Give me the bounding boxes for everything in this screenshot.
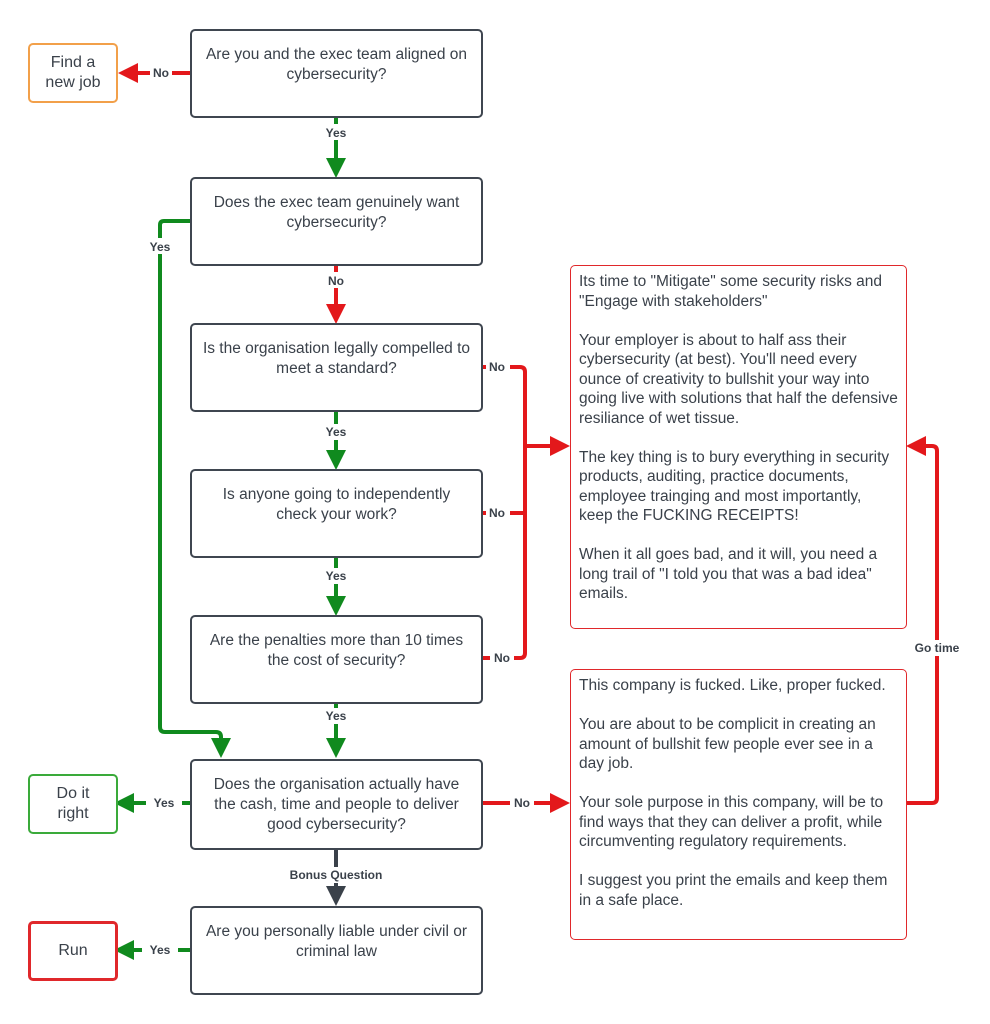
label-no: No	[328, 274, 344, 288]
label-yes: Yes	[154, 796, 175, 810]
label-yes: Yes	[326, 126, 347, 140]
question-resources: Does the organisation actually have the …	[190, 759, 483, 850]
label-yes: Yes	[326, 569, 347, 583]
label-no: No	[514, 796, 530, 810]
note-company-fucked: This company is fucked. Like, proper fuc…	[570, 669, 907, 940]
outcome-text: Run	[58, 942, 88, 959]
question-text: Are the penalties more than 10 times the…	[209, 631, 464, 669]
question-text: Does the organisation actually have the …	[213, 775, 460, 833]
label-no: No	[494, 651, 510, 665]
label-bonus-question: Bonus Question	[290, 868, 383, 882]
label-yes: Yes	[326, 709, 347, 723]
label-no: No	[489, 506, 505, 520]
label-yes: Yes	[150, 240, 171, 254]
note-mitigate: Its time to "Mitigate" some security ris…	[570, 265, 907, 629]
question-personally-liable: Are you personally liable under civil or…	[190, 906, 483, 995]
label-yes: Yes	[326, 425, 347, 439]
outcome-find-new-job: Find a new job	[28, 43, 118, 103]
question-independent-check: Is anyone going to independently check y…	[190, 469, 483, 558]
question-text: Is anyone going to independently check y…	[222, 485, 451, 523]
outcome-text: Do it right	[56, 785, 90, 822]
question-text: Is the organisation legally compelled to…	[202, 339, 471, 377]
question-text: Are you personally liable under civil or…	[205, 922, 468, 960]
question-legally-compelled: Is the organisation legally compelled to…	[190, 323, 483, 412]
outcome-do-it-right: Do it right	[28, 774, 118, 834]
label-go-time: Go time	[915, 641, 960, 655]
edge-go-time	[906, 436, 939, 805]
outcome-run: Run	[28, 921, 118, 981]
label-no: No	[489, 360, 505, 374]
outcome-text: Find a new job	[45, 54, 101, 91]
question-exec-want: Does the exec team genuinely want cybers…	[190, 177, 483, 266]
label-no: No	[153, 66, 169, 80]
question-text: Does the exec team genuinely want cybers…	[213, 193, 460, 231]
label-yes: Yes	[150, 943, 171, 957]
question-text: Are you and the exec team aligned on cyb…	[205, 45, 468, 83]
question-exec-aligned: Are you and the exec team aligned on cyb…	[190, 29, 483, 118]
question-penalties: Are the penalties more than 10 times the…	[190, 615, 483, 704]
